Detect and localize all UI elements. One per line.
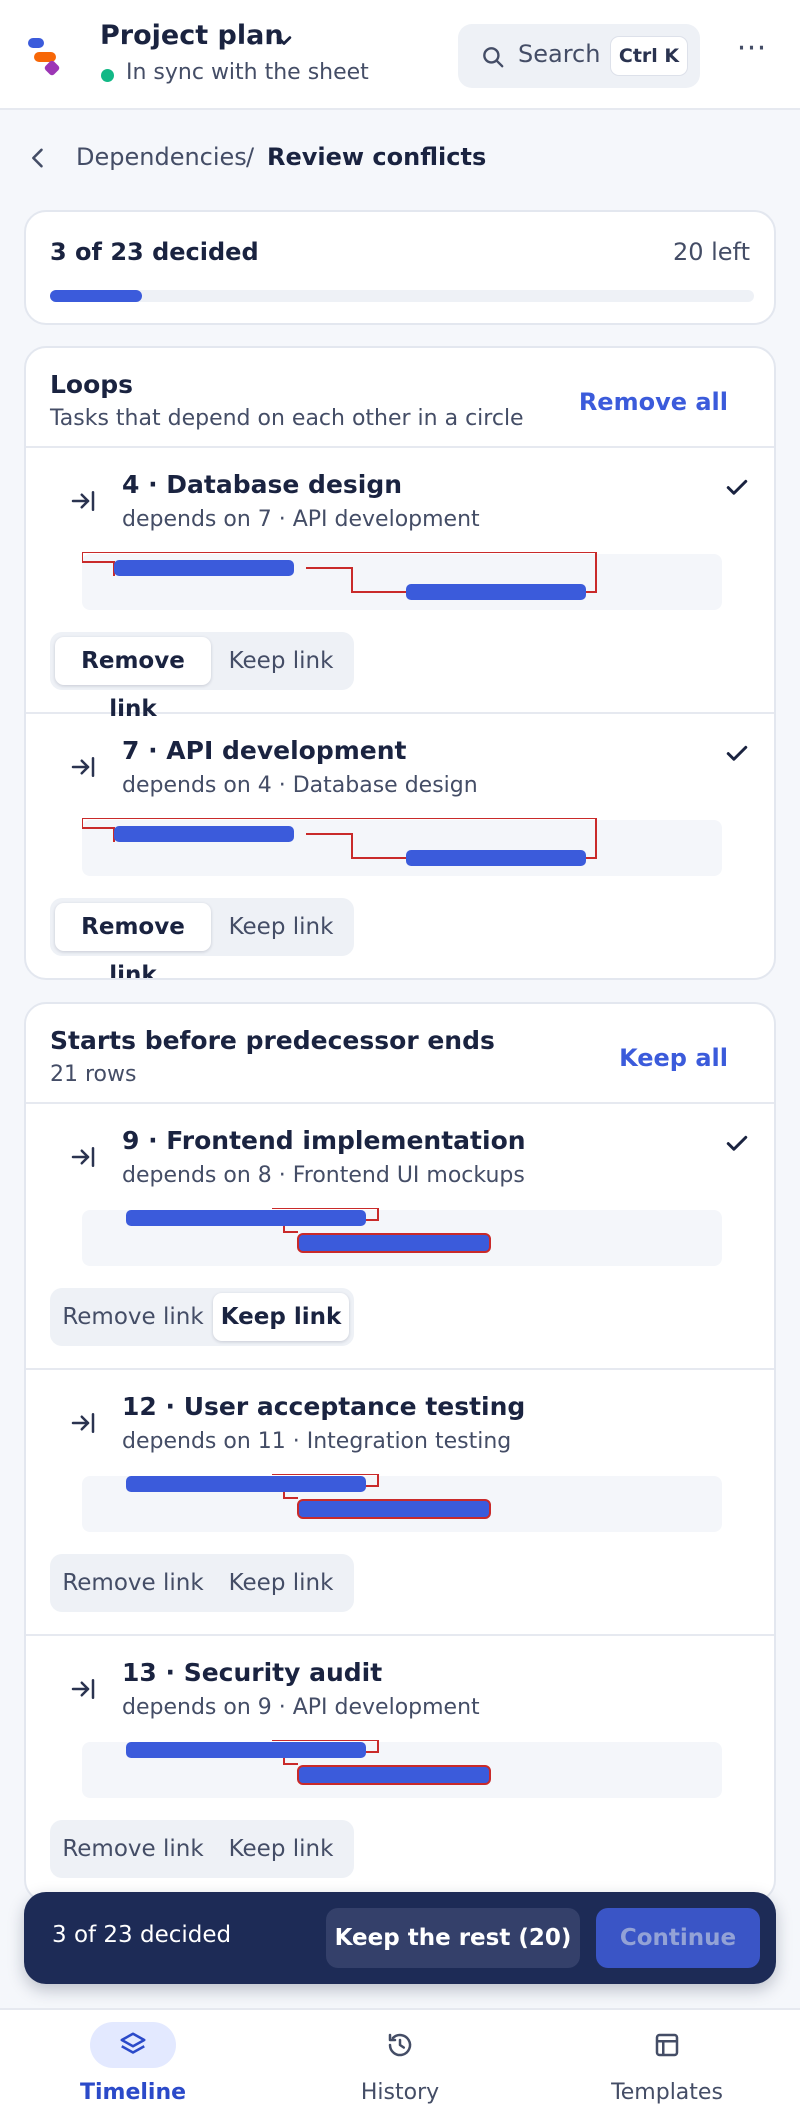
chevron-down-icon[interactable] bbox=[270, 26, 298, 54]
remove-link-button[interactable]: Remove link bbox=[55, 1559, 211, 1607]
sync-status-dot bbox=[101, 69, 114, 82]
dependency-arrow-icon bbox=[71, 1147, 95, 1167]
nav-label: Timeline bbox=[79, 2080, 187, 2105]
remove-link-button[interactable]: Remove link bbox=[55, 1293, 211, 1341]
task-bar bbox=[114, 826, 294, 842]
dependency-timeline bbox=[82, 1208, 722, 1266]
dependency-arrow-icon bbox=[71, 757, 95, 777]
search-button[interactable]: Search Ctrl K bbox=[458, 24, 700, 88]
nav-label: Templates bbox=[611, 2080, 723, 2105]
group-title: Loops bbox=[50, 370, 134, 399]
back-chevron-icon[interactable] bbox=[24, 144, 52, 172]
project-title[interactable]: Project plan bbox=[100, 20, 284, 51]
action-bar-summary: 3 of 23 decided bbox=[52, 1922, 232, 1948]
group-header: Starts before predecessor ends 21 rows K… bbox=[26, 1004, 774, 1104]
row-task-title: 7 · API development bbox=[122, 736, 407, 765]
predecessor-task-bar bbox=[126, 1742, 366, 1758]
decided-check-icon bbox=[726, 1135, 748, 1151]
successor-task-bar bbox=[297, 1499, 491, 1519]
decision-toggle: Remove link Keep link bbox=[50, 898, 354, 978]
decision-toggle: Remove link Keep link bbox=[50, 1554, 354, 1612]
breadcrumb-separator: / bbox=[246, 143, 255, 171]
keep-link-button[interactable]: Keep link bbox=[213, 903, 349, 951]
breadcrumb-current: Review conflicts bbox=[267, 143, 487, 171]
progress-fill bbox=[50, 290, 142, 302]
search-icon bbox=[483, 47, 504, 68]
conflict-row: 4 · Database design depends on 7 · API de… bbox=[26, 448, 774, 722]
task-bar bbox=[114, 560, 294, 576]
nav-templates[interactable]: Templates bbox=[567, 2010, 767, 2120]
task-bar bbox=[406, 584, 586, 600]
layers-icon bbox=[120, 2032, 146, 2054]
task-bar bbox=[406, 850, 586, 866]
app-logo bbox=[28, 38, 64, 78]
dependency-timeline bbox=[82, 1740, 722, 1798]
breadcrumb-parent[interactable]: Dependencies bbox=[76, 143, 247, 171]
group-loops: Loops Tasks that depend on each other in… bbox=[24, 346, 776, 980]
row-dependency: depends on 11 · Integration testing bbox=[122, 1429, 512, 1454]
progress-track bbox=[50, 290, 754, 302]
search-shortcut-badge: Ctrl K bbox=[610, 36, 688, 76]
decision-toggle: Remove link Keep link bbox=[50, 632, 354, 722]
search-label: Search bbox=[518, 40, 601, 68]
successor-task-bar bbox=[297, 1233, 491, 1253]
more-options-icon[interactable]: ⋯ bbox=[734, 33, 770, 72]
app-header: Project plan In sync with the sheet Sear… bbox=[0, 0, 800, 110]
group-header: Loops Tasks that depend on each other in… bbox=[26, 348, 774, 448]
nav-timeline[interactable]: Timeline bbox=[33, 2010, 233, 2120]
sync-status: In sync with the sheet bbox=[126, 60, 369, 85]
continue-button[interactable]: Continue bbox=[596, 1908, 760, 1968]
group-title: Starts before predecessor ends bbox=[50, 1026, 495, 1055]
conflict-row: 9 · Frontend implementation depends on 8 … bbox=[26, 1104, 774, 1370]
row-task-title: 13 · Security audit bbox=[122, 1658, 383, 1687]
remove-link-button[interactable]: Remove link bbox=[55, 637, 211, 722]
keep-the-rest-button[interactable]: Keep the rest (20) bbox=[326, 1908, 580, 1968]
progress-summary: 3 of 23 decided bbox=[50, 238, 259, 266]
nav-history[interactable]: History bbox=[300, 2010, 500, 2120]
row-task-title: 9 · Frontend implementation bbox=[122, 1126, 526, 1155]
keep-all-button[interactable]: Keep all bbox=[619, 1044, 728, 1072]
remove-link-button[interactable]: Remove link bbox=[55, 1825, 211, 1873]
remove-all-button[interactable]: Remove all bbox=[579, 388, 728, 416]
templates-icon bbox=[655, 2033, 679, 2057]
nav-label: History bbox=[360, 2080, 440, 2105]
row-task-title: 4 · Database design bbox=[122, 470, 403, 499]
dependency-arrow-icon bbox=[71, 1413, 95, 1433]
remove-link-button[interactable]: Remove link bbox=[55, 903, 211, 978]
decided-check-icon bbox=[726, 745, 748, 761]
keep-link-button[interactable]: Keep link bbox=[213, 1559, 349, 1607]
keep-link-button[interactable]: Keep link bbox=[213, 1293, 349, 1341]
keep-link-button[interactable]: Keep link bbox=[213, 1825, 349, 1873]
successor-task-bar bbox=[297, 1765, 491, 1785]
progress-card: 3 of 23 decided 20 left bbox=[24, 210, 776, 325]
row-task-title: 12 · User acceptance testing bbox=[122, 1392, 526, 1421]
row-dependency: depends on 7 · API development bbox=[122, 507, 480, 532]
group-subtitle: Tasks that depend on each other in a cir… bbox=[50, 406, 524, 431]
decided-check-icon bbox=[726, 479, 748, 495]
predecessor-task-bar bbox=[126, 1476, 366, 1492]
conflict-row: 13 · Security audit depends on 9 · API de… bbox=[26, 1636, 774, 1900]
dependency-arrow-icon bbox=[71, 491, 95, 511]
history-icon bbox=[388, 2033, 412, 2057]
group-starts-before-predecessor: Starts before predecessor ends 21 rows K… bbox=[24, 1002, 776, 1902]
row-dependency: depends on 9 · API development bbox=[122, 1695, 480, 1720]
dependency-timeline bbox=[82, 552, 722, 610]
decision-action-bar: 3 of 23 decided Keep the rest (20) Conti… bbox=[24, 1892, 776, 1984]
dependency-timeline bbox=[82, 818, 722, 876]
dependency-arrow-icon bbox=[71, 1679, 95, 1699]
keep-link-button[interactable]: Keep link bbox=[213, 637, 349, 685]
progress-remaining: 20 left bbox=[672, 238, 750, 266]
conflict-row: 7 · API development depends on 4 · Databa… bbox=[26, 714, 774, 978]
row-dependency: depends on 4 · Database design bbox=[122, 773, 478, 798]
decision-toggle: Remove link Keep link bbox=[50, 1288, 354, 1346]
bottom-nav: Timeline History Templates bbox=[0, 2008, 800, 2120]
row-dependency: depends on 8 · Frontend UI mockups bbox=[122, 1163, 525, 1188]
group-subtitle: 21 rows bbox=[50, 1062, 137, 1087]
dependency-timeline bbox=[82, 1474, 722, 1532]
conflict-row: 12 · User acceptance testing depends on 1… bbox=[26, 1370, 774, 1636]
decision-toggle: Remove link Keep link bbox=[50, 1820, 354, 1878]
predecessor-task-bar bbox=[126, 1210, 366, 1226]
